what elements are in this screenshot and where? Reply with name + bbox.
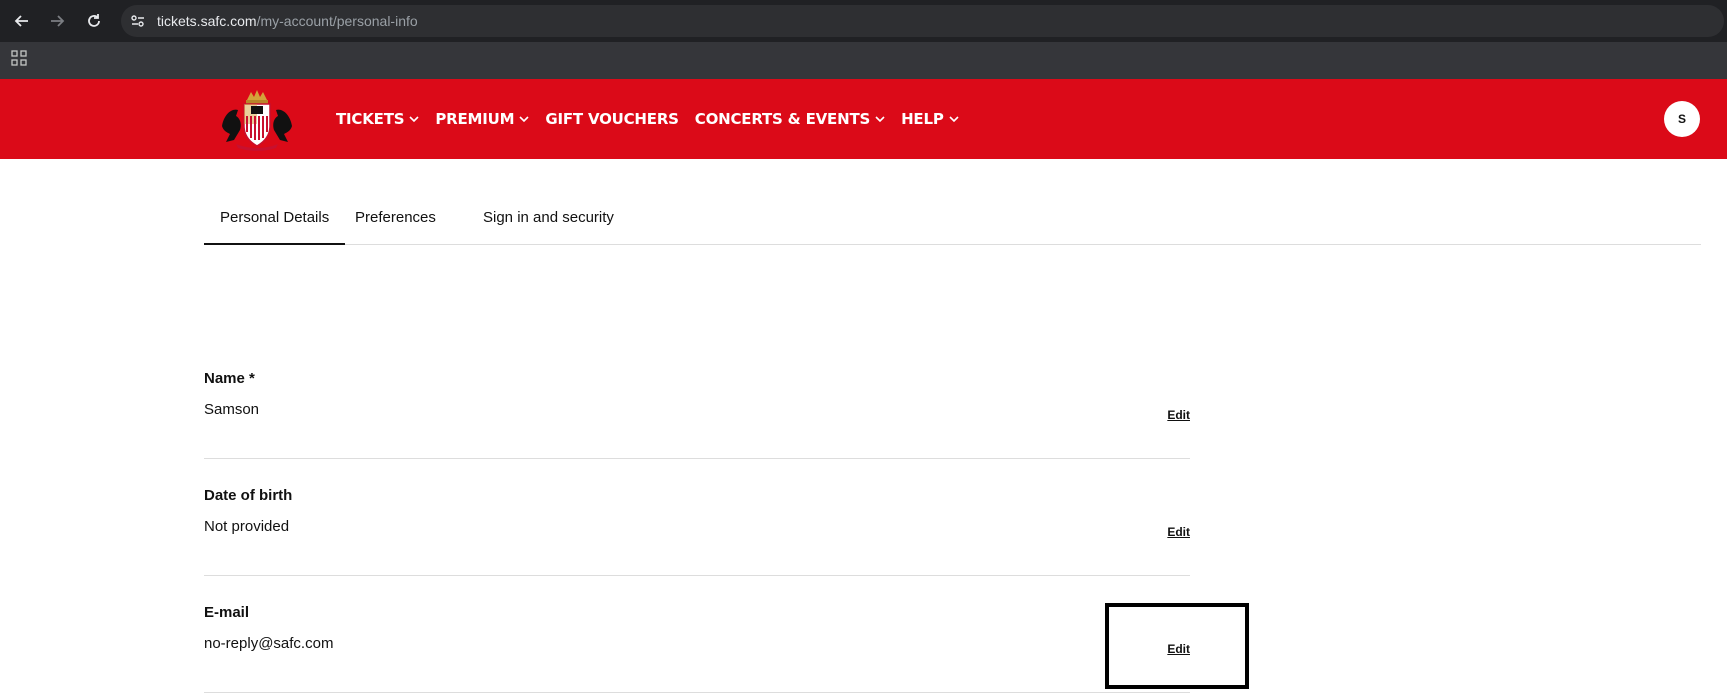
edit-dob-link[interactable]: Edit (1167, 525, 1190, 539)
highlight-box (1105, 603, 1249, 689)
tab-personal-details[interactable]: Personal Details (204, 198, 346, 245)
divider (204, 692, 1190, 693)
nav-help[interactable]: HELP (901, 110, 959, 128)
arrow-right-icon (51, 15, 65, 27)
field-name-value: Samson (204, 401, 260, 418)
chevron-down-icon (519, 116, 529, 123)
nav-tickets[interactable]: TICKETS (336, 110, 419, 128)
field-dob-label: Date of birth (204, 487, 293, 504)
nav-tickets-label: TICKETS (336, 110, 405, 128)
nav-help-label: HELP (901, 110, 944, 128)
bookmarks-bar (0, 42, 1727, 79)
user-avatar[interactable]: S (1664, 101, 1700, 137)
url-host: tickets.safc.com (157, 13, 257, 29)
field-date-of-birth: Date of birth Not provided Edit (204, 487, 1190, 576)
reload-button[interactable] (82, 9, 106, 33)
back-button[interactable] (10, 9, 34, 33)
chevron-down-icon (949, 116, 959, 123)
field-email-value: no-reply@safc.com (204, 635, 334, 652)
edit-name-link[interactable]: Edit (1167, 408, 1190, 422)
url-path: /my-account/personal-info (256, 13, 418, 29)
url-text[interactable]: tickets.safc.com/my-account/personal-inf… (157, 12, 418, 30)
nav-concerts-events-label: CONCERTS & EVENTS (694, 110, 871, 128)
account-tabs: Personal Details Preferences Sign in and… (204, 198, 1701, 245)
field-name: Name * Samson Edit (204, 370, 1190, 459)
divider (204, 575, 1190, 576)
tab-sign-in-security[interactable]: Sign in and security (467, 198, 630, 245)
apps-grid-icon[interactable] (10, 49, 28, 67)
chevron-down-icon (409, 116, 419, 123)
site-settings-icon[interactable] (129, 12, 147, 30)
nav-gift-vouchers[interactable]: GIFT VOUCHERS (545, 110, 679, 128)
nav-gift-vouchers-label: GIFT VOUCHERS (545, 110, 679, 128)
field-name-label: Name * (204, 370, 255, 387)
club-crest-logo[interactable] (218, 86, 296, 152)
nav-concerts-events[interactable]: CONCERTS & EVENTS (695, 110, 885, 128)
forward-button[interactable] (45, 9, 69, 33)
nav-premium[interactable]: PREMIUM (435, 110, 529, 128)
field-email: E-mail no-reply@safc.com Edit (204, 604, 1190, 693)
tab-preferences[interactable]: Preferences (339, 198, 452, 245)
nav-premium-label: PREMIUM (435, 110, 515, 128)
reload-icon (88, 14, 100, 27)
chevron-down-icon (875, 116, 885, 123)
divider (204, 458, 1190, 459)
arrow-left-icon (14, 15, 28, 27)
field-dob-value: Not provided (204, 518, 290, 535)
field-email-label: E-mail (204, 604, 250, 621)
main-navigation: TICKETS PREMIUM GIFT VOUCHERS CONCERTS &… (336, 108, 975, 130)
